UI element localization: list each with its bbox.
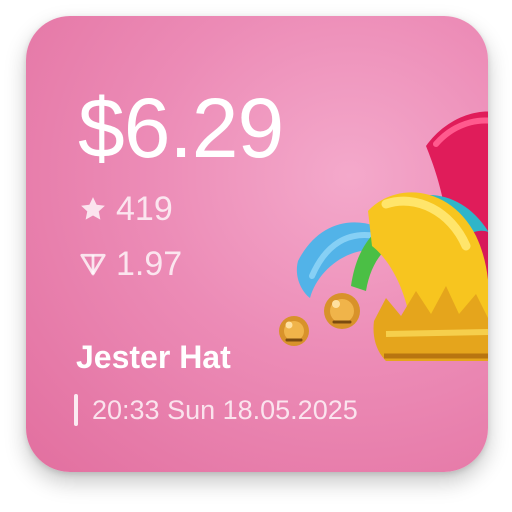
timestamp-row: 20:33 Sun 18.05.2025 [74,394,358,426]
item-name: Jester Hat [76,339,231,375]
stars-row: 419 [78,192,173,226]
stars-value: 419 [116,190,173,228]
timestamp: 20:33 Sun 18.05.2025 [92,394,358,425]
gem-icon [78,249,108,279]
price-label: $6.29 [78,81,284,175]
gem-value: 1.97 [116,245,183,283]
star-icon [78,194,108,224]
timestamp-divider [74,394,78,426]
gem-row: 1.97 [78,247,182,281]
jester-hat-icon [276,86,488,376]
gift-card[interactable]: $6.29 419 1.97 Jester Hat 20:33 Sun 18.0… [26,16,488,472]
